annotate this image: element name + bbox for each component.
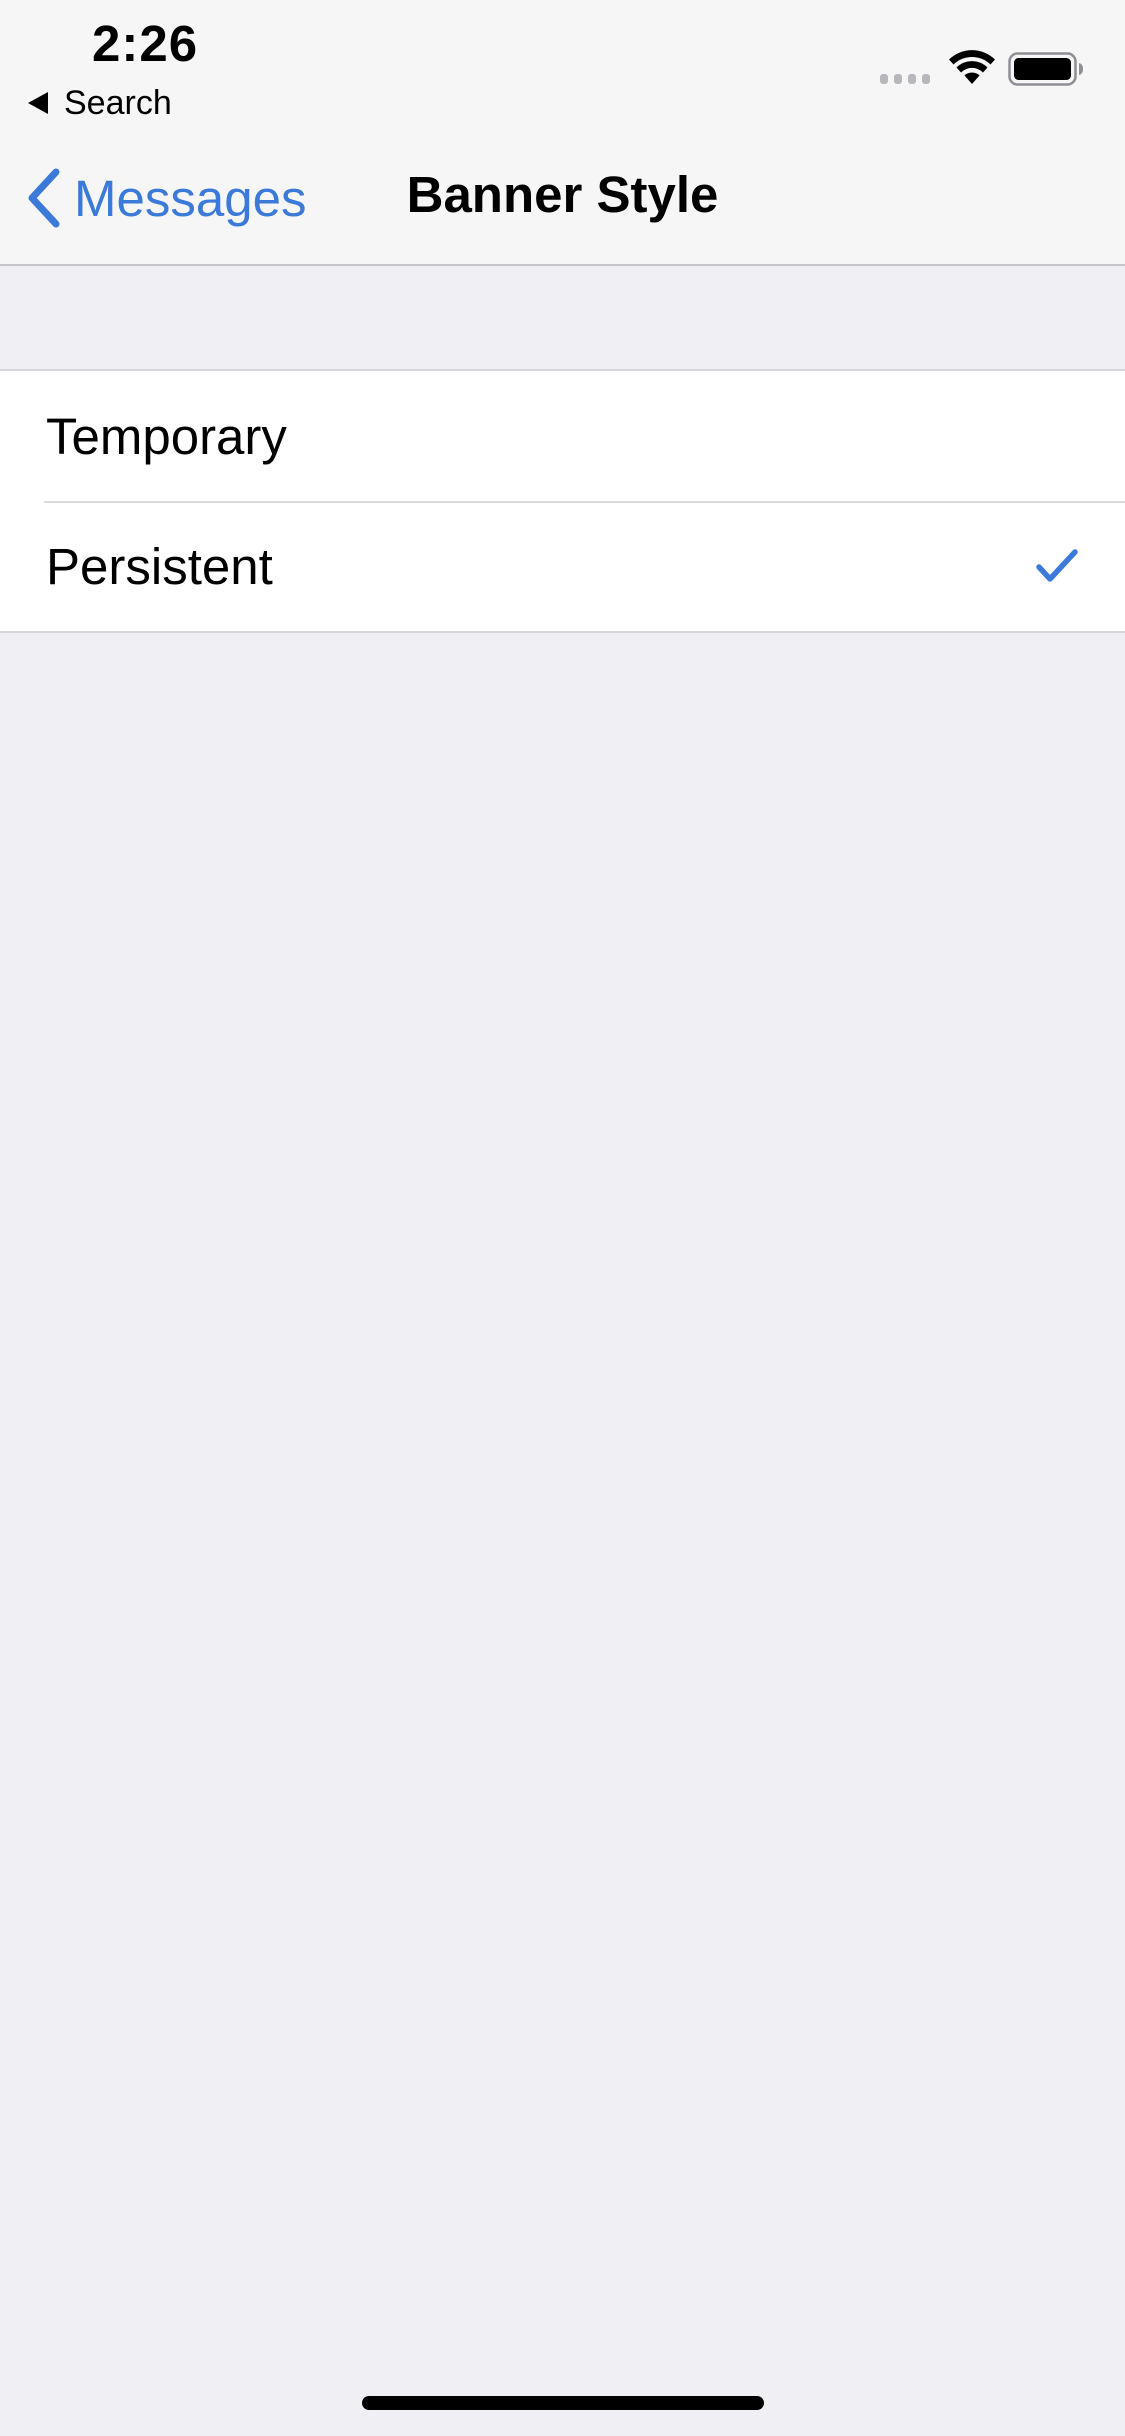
option-label: Temporary	[46, 407, 287, 465]
cellular-signal-icon	[880, 74, 930, 84]
page-title: Banner Style	[406, 166, 719, 223]
status-back-to-app[interactable]: Search	[28, 80, 172, 126]
back-triangle-icon	[28, 92, 48, 114]
wifi-icon	[949, 50, 995, 84]
option-temporary[interactable]: Temporary	[0, 371, 1125, 501]
banner-style-options: Temporary Persistent	[0, 369, 1125, 633]
option-label: Persistent	[46, 537, 273, 595]
home-indicator[interactable]	[362, 2396, 764, 2410]
screen: 2:26 Search Messages Banner Style Tempor…	[0, 0, 1125, 2436]
option-persistent[interactable]: Persistent	[0, 501, 1125, 631]
status-time: 2:26	[92, 15, 199, 72]
checkmark-icon	[1036, 549, 1078, 582]
top-bar: 2:26 Search Messages Banner Style	[0, 0, 1125, 266]
status-back-label: Search	[64, 83, 172, 122]
battery-icon	[1008, 52, 1083, 86]
